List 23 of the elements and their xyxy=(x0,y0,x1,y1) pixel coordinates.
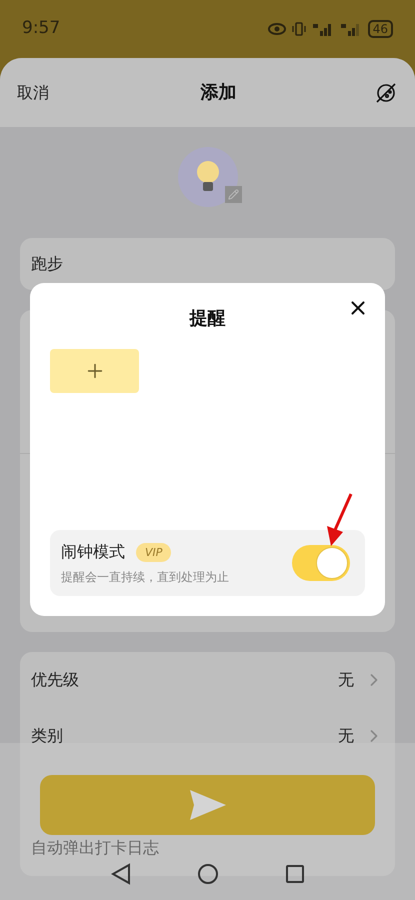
lightbulb-icon xyxy=(196,160,220,194)
setting-label: 自动弹出打卡日志 xyxy=(31,837,159,859)
toggle-switch[interactable] xyxy=(292,545,350,581)
status-time: 9:57 xyxy=(22,17,60,40)
setting-label: 优先级 xyxy=(31,669,79,691)
setting-label: 类别 xyxy=(31,725,63,747)
battery-level: 46 xyxy=(368,20,393,38)
send-icon xyxy=(190,790,226,820)
alarm-mode-label: 闹钟模式 xyxy=(61,541,125,563)
cancel-button[interactable]: 取消 xyxy=(17,80,49,104)
vip-badge: VIP xyxy=(136,542,172,562)
alarm-mode-description: 提醒会一直持续，直到处理为止 xyxy=(61,569,229,586)
setting-value: 无 xyxy=(338,725,354,747)
vibrate-icon xyxy=(292,22,306,36)
eye-icon xyxy=(268,23,286,35)
recents-icon[interactable] xyxy=(284,864,304,884)
signal-icon xyxy=(340,22,362,36)
signal-icon xyxy=(312,22,334,36)
home-icon[interactable] xyxy=(196,863,218,885)
page-title: 添加 xyxy=(200,81,236,105)
dialog-title: 提醒 xyxy=(190,306,226,330)
setting-value: 无 xyxy=(338,669,354,691)
back-icon[interactable] xyxy=(110,863,130,885)
